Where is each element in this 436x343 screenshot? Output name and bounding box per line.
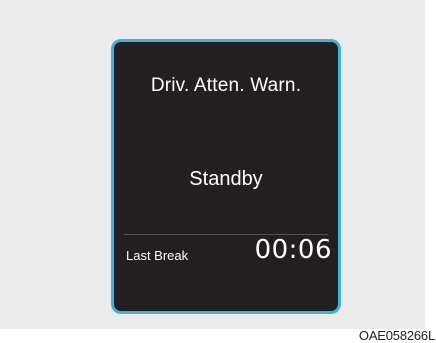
last-break-label: Last Break [126,248,189,263]
warning-title: Driv. Atten. Warn. [150,75,302,96]
last-break-row: Last Break 00:06 [126,235,332,273]
background-panel: Driv. Atten. Warn. Standby Last Break 00… [0,0,425,329]
status-text: Standby [189,168,263,190]
last-break-time: 00:06 [254,235,332,265]
cluster-display: Driv. Atten. Warn. Standby Last Break 00… [111,39,341,314]
